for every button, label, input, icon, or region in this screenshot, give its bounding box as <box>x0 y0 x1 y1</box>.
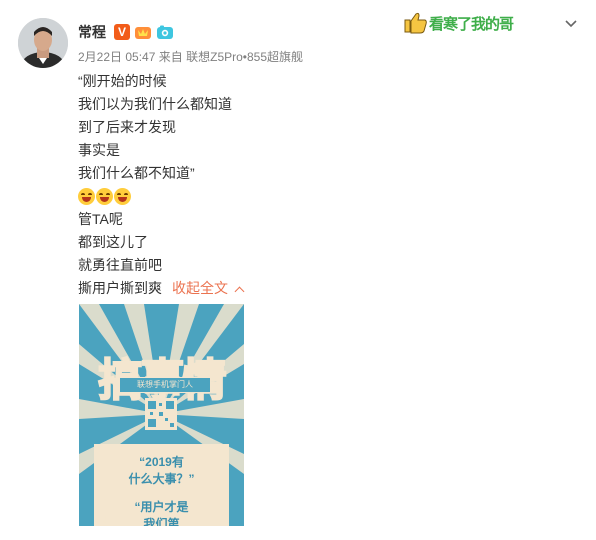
post-source[interactable]: 联想Z5Pro•855超旗舰 <box>186 50 303 64</box>
verified-v-icon[interactable]: V <box>114 24 130 40</box>
content-line: 我们什么都不知道” <box>78 165 195 181</box>
content-line: 我们以为我们什么都知道 <box>78 96 232 112</box>
poster-question-2: “用户才是 我们第 <box>94 499 229 526</box>
follow-badge[interactable]: 看寒了我的哥 <box>401 8 551 38</box>
laugh-cry-emoji-icon <box>96 188 113 205</box>
content-line-last: 撕用户撕到爽 收起全文 <box>78 277 245 300</box>
follow-badge-text: 看寒了我的哥 <box>429 15 514 33</box>
poster-question-2-text: “用户才是 我们第 <box>134 500 189 526</box>
poster-question-1-text: “2019有 什么大事？” <box>128 455 195 486</box>
post-header: 常程 V <box>78 22 174 42</box>
post-meta: 2月22日 05:47 来自 联想Z5Pro•855超旗舰 <box>78 48 303 65</box>
poster-subtitle: 联想手机掌门人 <box>119 377 211 393</box>
collapse-full-text-link[interactable]: 收起全文 <box>172 280 228 296</box>
avatar[interactable] <box>18 18 68 68</box>
post-time[interactable]: 05:47 <box>125 50 155 64</box>
chevron-up-icon[interactable] <box>234 286 245 297</box>
member-crown-icon[interactable] <box>134 24 152 40</box>
camera-badge-icon[interactable] <box>156 24 174 40</box>
weibo-post: 常程 V 2月22日 05:47 来自 联想Z5Pro•855超旗舰 “刚开始的… <box>0 0 596 540</box>
emoji-row <box>78 185 243 208</box>
content-line: 事实是 <box>78 142 120 158</box>
post-image[interactable]: 搞事情 联想手机掌门人 经典 语录 “2019有 什么大事？” “用户才是 我们… <box>79 304 244 526</box>
poster-question-1: “2019有 什么大事？” <box>94 454 229 488</box>
content-line: “刚开始的时候 <box>78 73 167 89</box>
content-line: 到了后来才发现 <box>78 119 176 135</box>
avatar-photo-icon <box>18 18 68 68</box>
username[interactable]: 常程 <box>78 22 106 42</box>
laugh-cry-emoji-icon <box>78 188 95 205</box>
content-line: 管TA呢 <box>78 211 123 227</box>
source-prefix: 来自 <box>158 50 183 64</box>
chevron-down-icon[interactable] <box>565 18 577 30</box>
post-date[interactable]: 2月22日 <box>78 50 122 64</box>
laugh-cry-emoji-icon <box>114 188 131 205</box>
content-line: 都到这儿了 <box>78 234 148 250</box>
thumbs-up-icon <box>404 12 427 34</box>
content-line: 就勇往直前吧 <box>78 257 162 273</box>
last-line-text: 撕用户撕到爽 <box>78 280 162 296</box>
post-content: “刚开始的时候 我们以为我们什么都知道 到了后来才发现 事实是 我们什么都不知道… <box>78 70 245 300</box>
qr-code-icon <box>145 398 177 430</box>
